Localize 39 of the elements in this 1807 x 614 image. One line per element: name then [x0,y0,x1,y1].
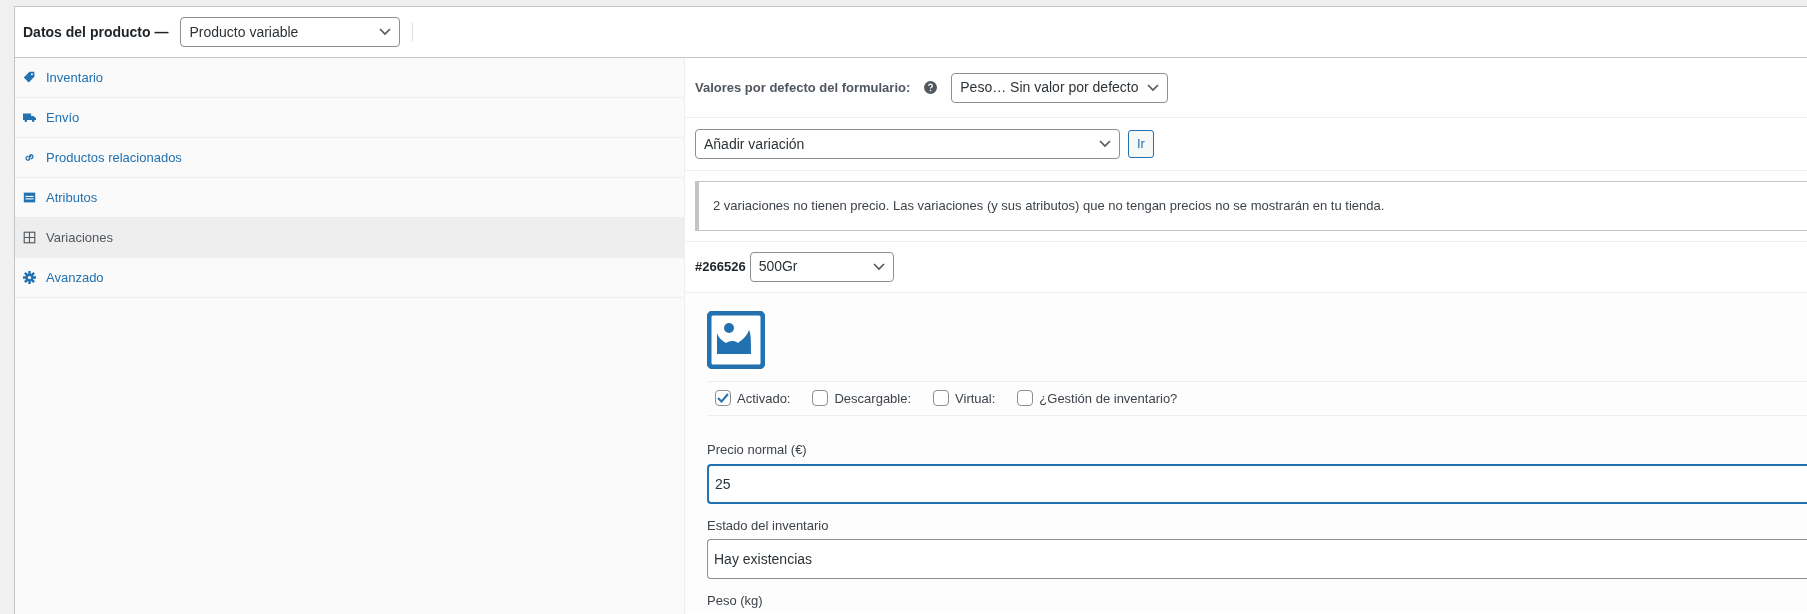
caret-icon [1146,83,1159,92]
checkbox[interactable] [715,390,731,407]
image-placeholder-icon[interactable] [707,310,765,369]
input-field[interactable]: 25 [707,463,1807,504]
caret-icon [872,262,885,271]
sidebar-tab[interactable]: Productos relacionados [15,138,684,178]
checkbox-label: ¿Gestión de inventario? [1039,389,1178,408]
default-value-select[interactable]: Peso… Sin valor por defecto [951,72,1168,103]
sidebar-tab[interactable]: Inventario [15,58,684,98]
checkbox[interactable] [933,390,950,407]
caret-icon [379,28,392,36]
link-icon [23,151,36,164]
field-label: Valores por defecto del formulario: [695,78,911,97]
product-type-select[interactable]: Producto variable [180,17,401,47]
grid-icon [23,231,36,244]
field-label: Precio normal (€) [707,441,808,459]
gear-icon [23,271,36,284]
input-field[interactable]: Hay existencias [707,539,1807,579]
sidebar-tab[interactable]: Envío [15,98,684,138]
truck-icon [23,111,36,124]
go-button[interactable]: Ir [1128,130,1154,158]
caret-icon [1099,140,1111,148]
checkbox-label: Virtual: [955,389,996,408]
checkbox-label: Activado: [737,389,791,408]
checkbox[interactable] [1017,390,1034,407]
attribute-select[interactable]: 500Gr [749,251,894,282]
tag-icon [23,71,36,84]
add-variation-select[interactable]: Añadir variación [695,129,1120,159]
section-title: Datos del producto — [23,22,169,42]
field-label: Peso (kg) [707,592,764,610]
field-label: Estado del inventario [707,516,830,535]
list-icon [23,191,36,204]
notice-message: 2 variaciones no tienen precio. Las variaciones (y sus atributos) que no tengan precios no se mostrarán en tu tienda. [695,181,1807,231]
variation-id: #266526 [695,257,746,276]
sidebar-tab[interactable]: Avanzado [15,258,684,298]
sidebar-tab[interactable]: Variaciones [15,218,684,258]
checkbox[interactable] [812,390,829,407]
checkbox-label: Descargable: [834,389,912,408]
help-icon [924,81,938,94]
